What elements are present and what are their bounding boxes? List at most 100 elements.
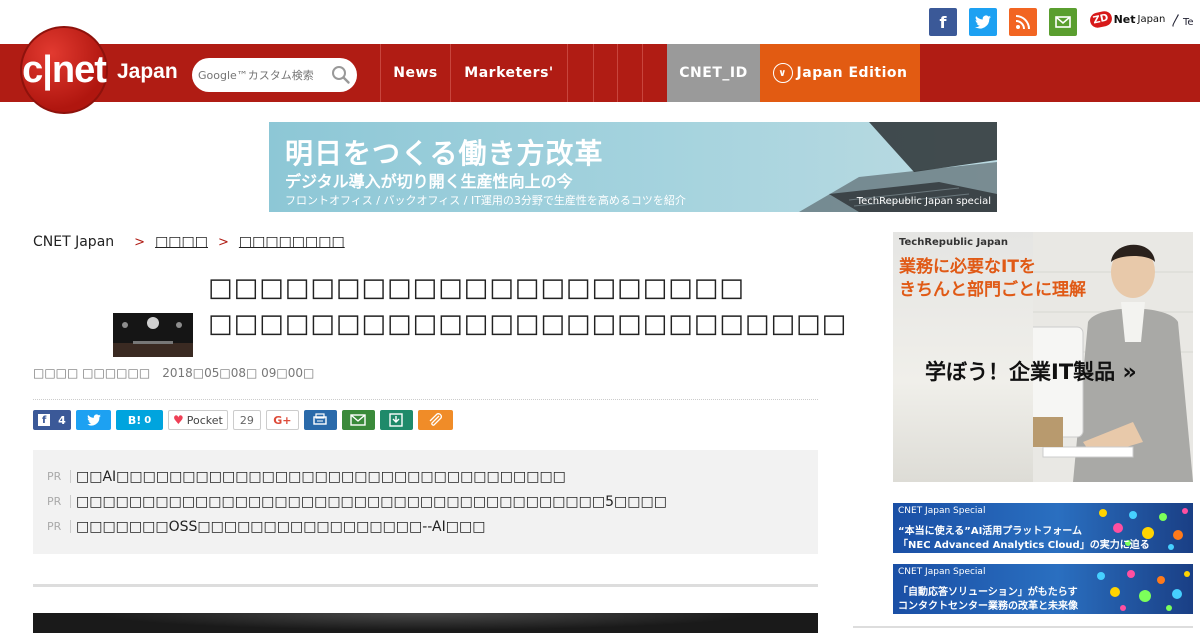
- nav-link-news[interactable]: News: [380, 44, 450, 102]
- nav-news-label: News: [393, 65, 438, 81]
- ad-header: CNET Japan Special: [898, 567, 986, 577]
- cnet-id-button[interactable]: CNET_ID: [667, 44, 760, 102]
- save-button[interactable]: [379, 410, 413, 430]
- pr-link-text[interactable]: □□AI□□□□□□□□□□□□□□□□□□□□□□□□□□□□□□□□□□: [76, 469, 566, 485]
- ad-cta-text: 学ぼう！企業IT製品: [925, 360, 1116, 384]
- sidebar-divider: [853, 626, 1193, 628]
- nav-divider: [593, 44, 594, 102]
- clip-button[interactable]: [417, 410, 453, 430]
- breadcrumb-level1[interactable]: □□□□: [155, 234, 208, 250]
- chevron-down-icon: ∨: [772, 63, 793, 83]
- zdnet-japan-text: Japan: [1137, 13, 1166, 25]
- colorful-dots-image: [1097, 570, 1190, 611]
- cnet-logo-text: c|net: [22, 48, 107, 91]
- search-box[interactable]: [192, 58, 357, 92]
- article-date: 2018□05□08□ 09□00□: [162, 366, 315, 380]
- pr-links: PR □□AI□□□□□□□□□□□□□□□□□□□□□□□□□□□□□□□□□…: [33, 450, 818, 554]
- edition-selector[interactable]: ∨ Japan Edition: [760, 44, 920, 102]
- facebook-icon[interactable]: f: [929, 8, 957, 36]
- twitter-bird-icon: [975, 15, 991, 29]
- print-button[interactable]: [303, 410, 337, 430]
- article-author[interactable]: □□□□ □□□□□□: [33, 366, 150, 380]
- ad-headline-1: “本当に使える”AI活用プラットフォーム: [898, 526, 1083, 537]
- hatena-count: 0: [144, 414, 152, 426]
- techrepublic-text: Te: [1183, 17, 1194, 28]
- nav-divider: [567, 44, 568, 102]
- pr-tag: PR: [47, 495, 71, 508]
- banner-subheadline: デジタル導入が切り開く生産性向上の今: [285, 172, 573, 191]
- breadcrumb-separator: >: [134, 234, 146, 250]
- ad-header: TechRepublic Japan: [899, 237, 1008, 248]
- hatena-bookmark-button[interactable]: B! 0: [116, 410, 163, 430]
- pr-item[interactable]: PR □□□□□□□□□□□□□□□□□□□□□□□□□□□□□□□□□□□□□…: [47, 489, 804, 514]
- envelope-icon: [1055, 16, 1071, 28]
- article-title: □□□□□□□□□□□□□□□□□□□□□ □□□□□□□□□□□□□□□□□□…: [208, 273, 848, 339]
- thumbnail-image: [113, 313, 193, 357]
- zdnet-logo: ZD: [1088, 9, 1113, 29]
- google-plus-button[interactable]: G+: [265, 410, 299, 430]
- sidebar-ad-techrepublic[interactable]: TechRepublic Japan 業務に必要なITを きちんと部門ごとに理解…: [893, 232, 1193, 482]
- ad-headline-1: 業務に必要なITを: [899, 257, 1036, 277]
- divider: [33, 399, 818, 400]
- google-plus-label: G+: [273, 413, 292, 427]
- breadcrumb: CNET Japan > □□□□ > □□□□□□□□: [33, 234, 345, 250]
- pr-link-text[interactable]: □□□□□□□OSS□□□□□□□□□□□□□□□□□--AI□□□: [76, 519, 485, 535]
- breadcrumb-home[interactable]: CNET Japan: [33, 234, 114, 250]
- sidebar-ad-auto-response[interactable]: CNET Japan Special 「自動応答ソリューション」がもたらす コン…: [893, 564, 1193, 614]
- chevron-right-icon: »: [1122, 360, 1137, 385]
- cnet-logo[interactable]: c|net: [20, 26, 108, 114]
- mail-icon: [350, 414, 367, 426]
- banner-ad[interactable]: 明日をつくる働き方改革 デジタル導入が切り開く生産性向上の今 フロントオフィス …: [269, 122, 997, 212]
- mail-icon[interactable]: [1049, 8, 1077, 36]
- pr-tag: PR: [47, 520, 71, 533]
- facebook-share-button[interactable]: f 4: [33, 410, 71, 430]
- japan-label: Japan: [117, 60, 178, 83]
- ad-header: CNET Japan Special: [898, 506, 986, 516]
- download-icon: [389, 413, 404, 427]
- nav-marketers-label: Marketers': [464, 65, 554, 81]
- twitter-icon: [86, 414, 101, 426]
- twitter-share-button[interactable]: [76, 410, 111, 430]
- section-divider: [33, 584, 818, 587]
- article-byline: □□□□ □□□□□□ 2018□05□08□ 09□00□: [33, 366, 314, 380]
- cnet-id-label: CNET_ID: [679, 65, 748, 81]
- article-main-photo: [33, 613, 818, 633]
- main-nav: [0, 44, 1200, 102]
- pocket-label: Pocket: [186, 413, 223, 427]
- breadcrumb-separator: >: [217, 234, 229, 250]
- email-share-button[interactable]: [341, 410, 375, 430]
- rss-icon[interactable]: [1009, 8, 1037, 36]
- search-icon[interactable]: [330, 64, 352, 86]
- article-thumbnail: [113, 313, 193, 357]
- hatena-bookmark-icon: B!: [127, 413, 142, 427]
- ad-headline-2: コンタクトセンター業務の改革と未来像: [898, 601, 1078, 612]
- pr-item[interactable]: PR □□□□□□□OSS□□□□□□□□□□□□□□□□□--AI□□□: [47, 514, 804, 539]
- pr-item[interactable]: PR □□AI□□□□□□□□□□□□□□□□□□□□□□□□□□□□□□□□□…: [47, 464, 804, 489]
- pocket-button[interactable]: ♥ Pocket: [168, 410, 228, 430]
- banner-description: フロントオフィス / バックオフィス / IT運用の3分野で生産性を高めるコツを…: [285, 194, 686, 207]
- pr-tag: PR: [47, 470, 71, 483]
- facebook-share-count: 4: [58, 413, 66, 427]
- rss-glyph-icon: [1016, 15, 1030, 29]
- sidebar-ad-nec[interactable]: CNET Japan Special “本当に使える”AI活用プラットフォーム …: [893, 503, 1193, 553]
- banner-headline: 明日をつくる働き方改革: [285, 137, 604, 170]
- zdnet-japan-link[interactable]: ZD Net Japan: [1088, 9, 1166, 29]
- nav-divider: [617, 44, 618, 102]
- twitter-icon[interactable]: [969, 8, 997, 36]
- techrepublic-mark-icon: 〳: [1170, 14, 1184, 29]
- edition-label: Japan Edition: [796, 65, 908, 81]
- print-icon: [313, 413, 328, 425]
- techrepublic-link[interactable]: 〳Te: [1170, 10, 1194, 29]
- top-bar: f ZD Net Japan 〳Te: [0, 0, 1200, 44]
- facebook-icon: f: [38, 414, 51, 426]
- zdnet-text: Net: [1113, 12, 1136, 26]
- pocket-count: 29: [232, 410, 261, 430]
- nav-link-marketers[interactable]: Marketers': [450, 44, 567, 102]
- pr-link-text[interactable]: □□□□□□□□□□□□□□□□□□□□□□□□□□□□□□□□□□□□□□□□…: [76, 494, 667, 510]
- facebook-glyph: f: [939, 12, 947, 32]
- breadcrumb-level2[interactable]: □□□□□□□□: [239, 234, 345, 250]
- nav-divider: [642, 44, 643, 102]
- search-input[interactable]: [198, 68, 330, 82]
- banner-sponsor: TechRepublic Japan special: [856, 196, 991, 207]
- ad-cta: 学ぼう！企業IT製品 »: [925, 356, 1137, 386]
